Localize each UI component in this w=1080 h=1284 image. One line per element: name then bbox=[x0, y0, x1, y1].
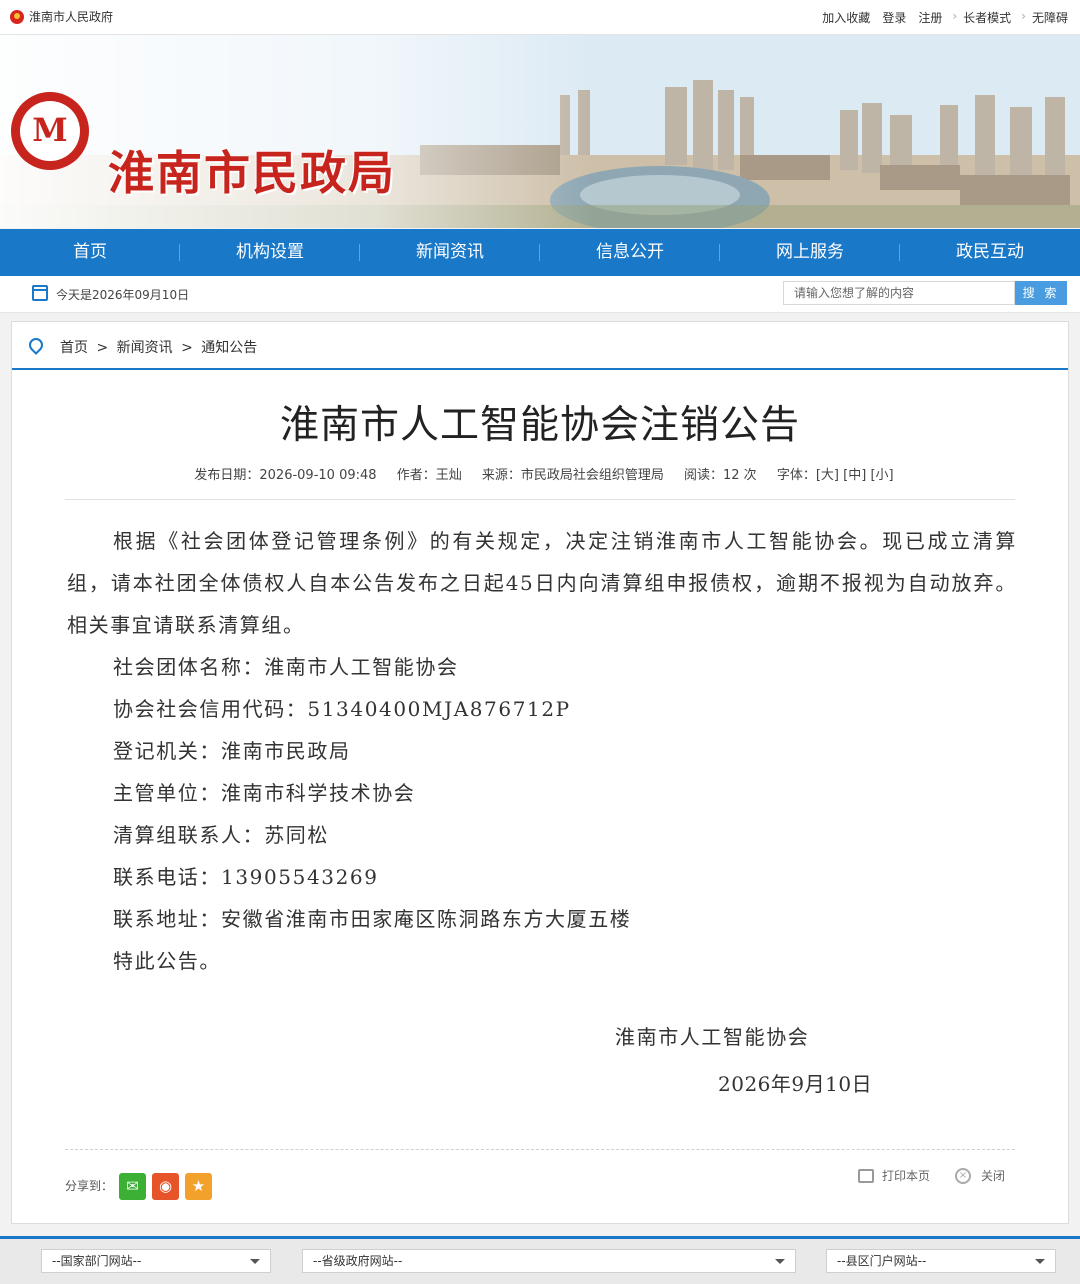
separator: › bbox=[1021, 9, 1026, 23]
breadcrumb-path: 首页 > 新闻资讯 > 通知公告 bbox=[60, 337, 261, 357]
source: 来源：市民政局社会组织管理局 bbox=[481, 468, 664, 483]
separator: › bbox=[952, 9, 958, 23]
close-label: 关闭 bbox=[981, 1169, 1006, 1183]
article-line-phone: 联系电话：13905543269 bbox=[113, 865, 379, 889]
chevron-down-icon bbox=[250, 1259, 260, 1264]
article-paragraph: 根据《社会团体登记管理条例》的有关规定，决定注销淮南市人工智能协会。现已成立清算… bbox=[67, 529, 1017, 637]
site-link[interactable]: 淮南市人民政府 bbox=[10, 8, 113, 25]
weibo-share-button[interactable]: ◉ bbox=[152, 1173, 179, 1200]
article-body: 根据《社会团体登记管理条例》的有关规定，决定注销淮南市人工智能协会。现已成立清算… bbox=[67, 520, 1017, 982]
weibo-icon: ◉ bbox=[158, 1177, 173, 1195]
search-input[interactable]: 请输入您想了解的内容 bbox=[783, 281, 1015, 305]
location-pin-icon bbox=[26, 335, 46, 355]
login-link[interactable]: 登录 bbox=[882, 9, 906, 26]
breadcrumb: 首页 > 新闻资讯 > 通知公告 bbox=[12, 322, 1068, 370]
select-value: --县区门户网站-- bbox=[837, 1254, 927, 1268]
divider bbox=[65, 499, 1015, 500]
print-label: 打印本页 bbox=[882, 1169, 931, 1183]
article-meta: 发布日期：2026-09-10 09:48 作者：王灿 来源：市民政局社会组织管… bbox=[12, 464, 1068, 483]
font-small-button[interactable]: [小] bbox=[870, 468, 893, 483]
signature: 淮南市人工智能协会 bbox=[615, 1025, 810, 1049]
close-icon: × bbox=[955, 1167, 971, 1184]
nav-item-organization[interactable]: 机构设置 bbox=[180, 229, 360, 276]
breadcrumb-separator: > bbox=[96, 340, 109, 356]
chevron-down-icon bbox=[1035, 1259, 1045, 1264]
print-button[interactable]: 打印本页 bbox=[858, 1167, 930, 1184]
elder-mode-link[interactable]: 长者模式 bbox=[963, 9, 1011, 26]
favorite-icon: ★ bbox=[191, 1177, 206, 1195]
favorite-share-button[interactable]: ★ bbox=[185, 1173, 212, 1200]
article-title: 淮南市人工智能协会注销公告 bbox=[279, 403, 800, 448]
wechat-icon: ✉ bbox=[126, 1177, 139, 1195]
provincial-sites-select[interactable]: --省级政府网站-- bbox=[302, 1249, 796, 1273]
civil-affairs-logo[interactable]: M bbox=[11, 92, 89, 170]
logo-inner: M bbox=[20, 101, 80, 161]
breadcrumb-news[interactable]: 新闻资讯 bbox=[117, 340, 173, 356]
chevron-down-icon bbox=[775, 1259, 785, 1264]
article-line-credit-code: 协会社会信用代码：51340400MJA876712P bbox=[113, 697, 571, 721]
divider bbox=[65, 1149, 1015, 1150]
top-bar: 淮南市人民政府 加入收藏 登录 注册 › 长者模式 › 无障碍 bbox=[0, 0, 1080, 35]
select-value: --国家部门网站-- bbox=[52, 1254, 142, 1268]
national-emblem-icon bbox=[10, 9, 24, 24]
article-line-org-name: 社会团体名称：淮南市人工智能协会 bbox=[113, 655, 459, 679]
nav-item-online-service[interactable]: 网上服务 bbox=[720, 229, 900, 276]
read-count: 阅读：12 次 bbox=[684, 468, 757, 483]
article-line-contact: 清算组联系人：苏同松 bbox=[113, 823, 329, 847]
font-size-label: 字体： bbox=[776, 468, 816, 483]
breadcrumb-separator: > bbox=[181, 340, 193, 356]
author: 作者：王灿 bbox=[396, 468, 462, 483]
national-sites-select[interactable]: --国家部门网站-- bbox=[41, 1249, 271, 1273]
close-button[interactable]: × 关闭 bbox=[955, 1167, 1005, 1184]
nav-item-disclosure[interactable]: 信息公开 bbox=[540, 229, 720, 276]
article-line-closing: 特此公告。 bbox=[113, 949, 221, 973]
nav-item-news[interactable]: 新闻资讯 bbox=[360, 229, 540, 276]
add-favorite-link[interactable]: 加入收藏 bbox=[822, 9, 870, 26]
wechat-share-button[interactable]: ✉ bbox=[119, 1173, 146, 1200]
signature-date: 2026年9月10日 bbox=[718, 1072, 873, 1096]
main-nav: 首页 机构设置 新闻资讯 信息公开 网上服务 政民互动 bbox=[0, 229, 1080, 276]
article-card: 首页 > 新闻资讯 > 通知公告 淮南市人工智能协会注销公告 发布日期：2026… bbox=[11, 321, 1069, 1224]
banner-title: 淮南市民政局 bbox=[108, 146, 396, 200]
font-medium-button[interactable]: [中] bbox=[843, 468, 866, 483]
county-sites-select[interactable]: --县区门户网站-- bbox=[826, 1249, 1056, 1273]
article-line-supervisor: 主管单位：淮南市科学技术协会 bbox=[113, 781, 416, 805]
share-label: 分享到： bbox=[65, 1179, 114, 1193]
printer-icon bbox=[858, 1168, 874, 1183]
logo-mark: M bbox=[32, 111, 68, 149]
accessibility-link[interactable]: 无障碍 bbox=[1032, 9, 1068, 26]
site-name: 淮南市人民政府 bbox=[29, 10, 114, 24]
header-banner: M 淮南市民政局 bbox=[0, 35, 1080, 228]
article-line-address: 联系地址：安徽省淮南市田家庵区陈洞路东方大厦五楼 bbox=[113, 907, 632, 931]
footer-links-bar: --国家部门网站-- --省级政府网站-- --县区门户网站-- bbox=[0, 1236, 1080, 1284]
breadcrumb-home[interactable]: 首页 bbox=[60, 340, 88, 356]
nav-item-interaction[interactable]: 政民互动 bbox=[900, 229, 1080, 276]
publish-date: 发布日期：2026-09-10 09:48 bbox=[194, 468, 377, 483]
top-links: 加入收藏 登录 注册 › 长者模式 › 无障碍 bbox=[810, 9, 1068, 26]
nav-item-home[interactable]: 首页 bbox=[0, 229, 180, 276]
calendar-icon bbox=[32, 285, 48, 301]
register-link[interactable]: 注册 bbox=[918, 9, 942, 26]
search-button[interactable]: 搜 索 bbox=[1015, 281, 1067, 305]
article-line-registration: 登记机关：淮南市民政局 bbox=[113, 739, 351, 763]
breadcrumb-notices[interactable]: 通知公告 bbox=[201, 340, 257, 356]
font-large-button[interactable]: [大] bbox=[816, 468, 839, 483]
today-date: 今天是2026年09月10日 bbox=[56, 288, 190, 302]
select-value: --省级政府网站-- bbox=[313, 1254, 403, 1268]
